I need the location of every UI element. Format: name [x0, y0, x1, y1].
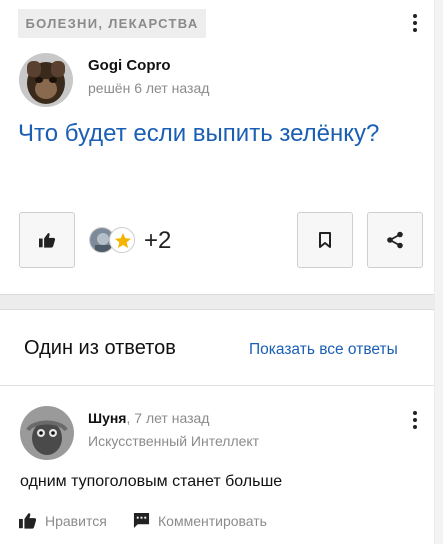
answer-time: , 7 лет назад [126, 410, 210, 426]
question-more-icon[interactable] [408, 12, 422, 34]
liker-avatar [109, 227, 135, 253]
question-title[interactable]: Что будет если выпить зелёнку? [18, 116, 418, 152]
question-time: решён 6 лет назад [88, 80, 210, 96]
category-tag[interactable]: БОЛЕЗНИ, ЛЕКАРСТВА [18, 9, 206, 38]
author-name[interactable]: Gogi Copro [88, 57, 171, 74]
bookmark-button[interactable] [297, 212, 353, 268]
scrollbar[interactable] [435, 0, 443, 544]
answer-like-button[interactable]: Нравится [18, 512, 107, 529]
author-avatar[interactable] [19, 53, 73, 107]
answer-text: одним тупоголовым станет больше [20, 473, 283, 490]
comment-icon [133, 512, 150, 529]
show-all-answers-link[interactable]: Показать все ответы [249, 341, 398, 359]
section-divider [0, 385, 434, 386]
thumbs-up-icon [39, 233, 56, 248]
answer-author-line: Шуня, 7 лет назад [88, 410, 209, 426]
answer-author-name[interactable]: Шуня [88, 410, 126, 426]
answer-comment-label: Комментировать [158, 512, 267, 529]
answer-author-rank: Искусственный Интеллект [88, 433, 260, 449]
likes-extra-count[interactable]: +2 [144, 227, 171, 255]
question-card: БОЛЕЗНИ, ЛЕКАРСТВА Gogi Copro решён 6 ле… [0, 0, 434, 295]
like-button[interactable] [19, 212, 75, 268]
answer-like-label: Нравится [45, 512, 107, 529]
answer-more-icon[interactable] [408, 409, 422, 431]
share-button[interactable] [367, 212, 423, 268]
answers-heading: Один из ответов [24, 337, 176, 359]
star-icon [111, 229, 134, 252]
answer-author-avatar[interactable] [20, 406, 74, 460]
bookmark-icon [319, 232, 331, 248]
share-icon [387, 231, 403, 249]
thumbs-up-icon [19, 513, 37, 529]
answer-comment-button[interactable]: Комментировать [133, 512, 267, 529]
likers-avatars[interactable] [89, 227, 137, 255]
